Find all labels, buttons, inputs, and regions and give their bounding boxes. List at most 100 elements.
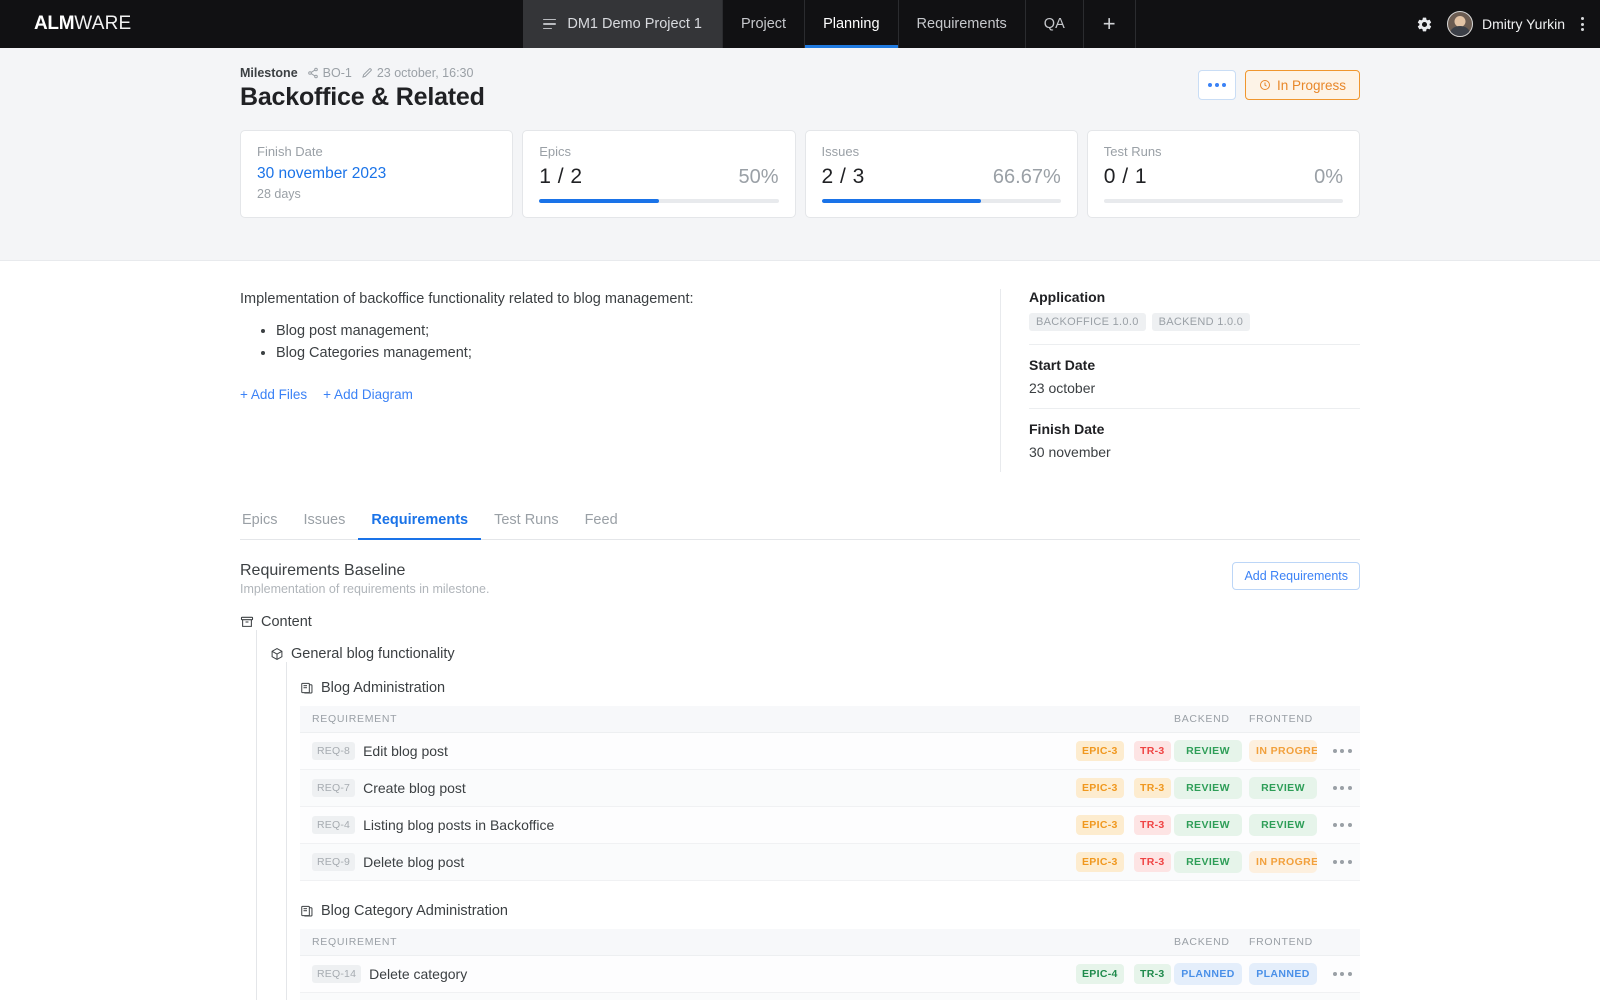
tree-node-general-blog-functionality-label: General blog functionality xyxy=(291,646,455,662)
frontend-status-badge[interactable]: REVIEW xyxy=(1249,777,1317,799)
table-row[interactable]: REQ-7 Create blog post EPIC-3 TR-3 REVIEW REV… xyxy=(300,769,1360,807)
page-body: Implementation of backoffice functionali… xyxy=(0,261,1600,1000)
test-run-badge[interactable]: TR-3 xyxy=(1134,815,1171,835)
nav-tab-project[interactable]: Project xyxy=(723,0,806,48)
nav-tab-qa[interactable]: QA xyxy=(1026,0,1084,48)
frontend-status-badge[interactable]: PLANNED xyxy=(1249,963,1317,985)
entity-key[interactable]: BO-1 xyxy=(307,66,352,80)
test-run-badge[interactable]: TR-3 xyxy=(1134,852,1171,872)
row-actions-icon[interactable] xyxy=(1324,860,1360,864)
user-menu[interactable]: Dmitry Yurkin xyxy=(1447,11,1565,37)
add-tab-button[interactable]: + xyxy=(1084,0,1136,48)
add-diagram-link[interactable]: + Add Diagram xyxy=(323,387,413,402)
card-finish-date-sub: 28 days xyxy=(257,187,301,201)
epic-badge[interactable]: EPIC-3 xyxy=(1076,815,1124,835)
requirement-group: Blog Administration REQUIREMENT BACKEND … xyxy=(300,680,1360,883)
row-actions-icon[interactable] xyxy=(1324,823,1360,827)
requirement-id: REQ-4 xyxy=(312,815,356,834)
tab-feed[interactable]: Feed xyxy=(572,502,631,539)
cell-test-run: TR-3 xyxy=(1134,843,1174,881)
nav-tab-list: DM1 Demo Project 1 Project Planning Requ… xyxy=(523,0,1136,48)
backend-status-badge[interactable]: REVIEW xyxy=(1174,814,1242,836)
attachment-links: + Add Files + Add Diagram xyxy=(240,387,970,402)
menu-icon xyxy=(543,18,557,30)
tree-node-blog-category-administration[interactable]: Blog Category Administration xyxy=(300,903,1360,919)
app-logo[interactable]: ALM WARE xyxy=(0,0,131,48)
status-badge-label: In Progress xyxy=(1276,77,1346,93)
backend-status-badge[interactable]: REVIEW xyxy=(1174,777,1242,799)
table-row[interactable]: REQ-4 Listing blog posts in Backoffice EPI… xyxy=(300,806,1360,844)
table-row[interactable]: REQ-13Edit categoryEPIC-4TR-3PLANNEDPLAN… xyxy=(300,992,1360,1000)
tree-node-content-label: Content xyxy=(261,614,312,630)
requirement-name: Delete blog post xyxy=(363,853,465,870)
epic-badge[interactable]: EPIC-3 xyxy=(1076,778,1124,798)
project-selector[interactable]: DM1 Demo Project 1 xyxy=(523,0,723,48)
epic-badge[interactable]: EPIC-4 xyxy=(1076,964,1124,984)
row-actions-icon[interactable] xyxy=(1324,749,1360,753)
add-files-link[interactable]: + Add Files xyxy=(240,387,307,402)
clock-icon xyxy=(1259,79,1271,91)
epic-badge[interactable]: EPIC-3 xyxy=(1076,741,1124,761)
more-options-icon[interactable] xyxy=(1579,13,1586,35)
frontend-status-badge[interactable]: IN PROGRESS xyxy=(1249,740,1317,762)
tree-node-content[interactable]: Content xyxy=(240,614,1360,630)
add-requirements-button[interactable]: Add Requirements xyxy=(1232,562,1360,590)
backend-status-badge[interactable]: REVIEW xyxy=(1174,740,1242,762)
tab-epics[interactable]: Epics xyxy=(240,502,290,539)
col-header-epic xyxy=(1076,706,1134,733)
application-chip[interactable]: BACKEND 1.0.0 xyxy=(1151,313,1251,331)
plus-icon: + xyxy=(1102,11,1116,36)
description-intro: Implementation of backoffice functionali… xyxy=(240,291,694,307)
nav-tab-requirements-label: Requirements xyxy=(916,16,1007,32)
cell-test-run: TR-3 xyxy=(1134,955,1174,993)
avatar xyxy=(1447,11,1474,37)
nav-tab-requirements[interactable]: Requirements xyxy=(899,0,1026,48)
nav-tab-planning[interactable]: Planning xyxy=(805,0,899,48)
description-and-meta: Implementation of backoffice functionali… xyxy=(240,289,1360,472)
row-actions-icon[interactable] xyxy=(1324,972,1360,976)
test-run-badge[interactable]: TR-3 xyxy=(1134,741,1171,761)
card-test-runs-label: Test Runs xyxy=(1103,144,1162,159)
table-row[interactable]: REQ-14 Delete category EPIC-4 TR-3 PLANNED PL… xyxy=(300,955,1360,993)
frontend-status-badge[interactable]: IN PROGRESS xyxy=(1249,851,1317,873)
tab-issues[interactable]: Issues xyxy=(290,502,358,539)
frontend-status-badge[interactable]: REVIEW xyxy=(1249,814,1317,836)
col-header-tr xyxy=(1134,929,1174,956)
tree-node-general-blog-functionality[interactable]: General blog functionality xyxy=(270,646,1360,662)
application-chip[interactable]: BACKOFFICE 1.0.0 xyxy=(1029,313,1146,331)
backend-status-badge[interactable]: PLANNED xyxy=(1174,963,1242,985)
share-icon xyxy=(307,67,319,79)
col-header-actions xyxy=(1324,706,1360,733)
tab-requirements[interactable]: Requirements xyxy=(358,502,481,540)
test-run-badge[interactable]: TR-3 xyxy=(1134,964,1171,984)
tree-node-blog-administration[interactable]: Blog Administration xyxy=(300,680,1360,696)
entity-type-label: Milestone xyxy=(240,66,298,80)
table-row[interactable]: REQ-9 Delete blog post EPIC-3 TR-3 REVIEW IN … xyxy=(300,843,1360,881)
status-badge[interactable]: In Progress xyxy=(1244,70,1360,100)
tab-issues-label: Issues xyxy=(303,512,346,528)
breadcrumb: Milestone BO-1 23 october, 16:30 xyxy=(240,66,1360,80)
card-epics-progress xyxy=(539,199,779,203)
tab-requirements-label: Requirements xyxy=(371,512,469,528)
card-finish-date-value[interactable]: 30 november 2023 xyxy=(257,165,496,183)
requirement-id: REQ-9 xyxy=(312,852,356,871)
gear-icon[interactable] xyxy=(1416,16,1433,33)
epic-badge[interactable]: EPIC-3 xyxy=(1076,852,1124,872)
test-run-badge[interactable]: TR-3 xyxy=(1134,778,1171,798)
requirement-id: REQ-8 xyxy=(312,741,356,760)
cell-frontend: IN PROGRESS xyxy=(1249,843,1324,881)
cell-backend: PLANNED xyxy=(1174,955,1249,993)
description-bullet: Blog Categories management; xyxy=(276,342,970,364)
card-issues: Issues 2 / 3 66.67% xyxy=(804,130,1078,218)
backend-status-badge[interactable]: REVIEW xyxy=(1174,851,1242,873)
cell-epic: EPIC-3 xyxy=(1076,843,1134,881)
cell-backend: REVIEW xyxy=(1174,843,1249,881)
tab-test-runs-label: Test Runs xyxy=(494,512,559,528)
cell-frontend: IN PROGRESS xyxy=(1249,732,1324,770)
tab-test-runs[interactable]: Test Runs xyxy=(481,502,571,539)
table-row[interactable]: REQ-8 Edit blog post EPIC-3 TR-3 REVIEW IN PR… xyxy=(300,732,1360,770)
row-actions-icon[interactable] xyxy=(1324,786,1360,790)
cell-requirement: REQ-7 Create blog post xyxy=(300,769,1076,807)
more-actions-button[interactable] xyxy=(1197,70,1236,100)
